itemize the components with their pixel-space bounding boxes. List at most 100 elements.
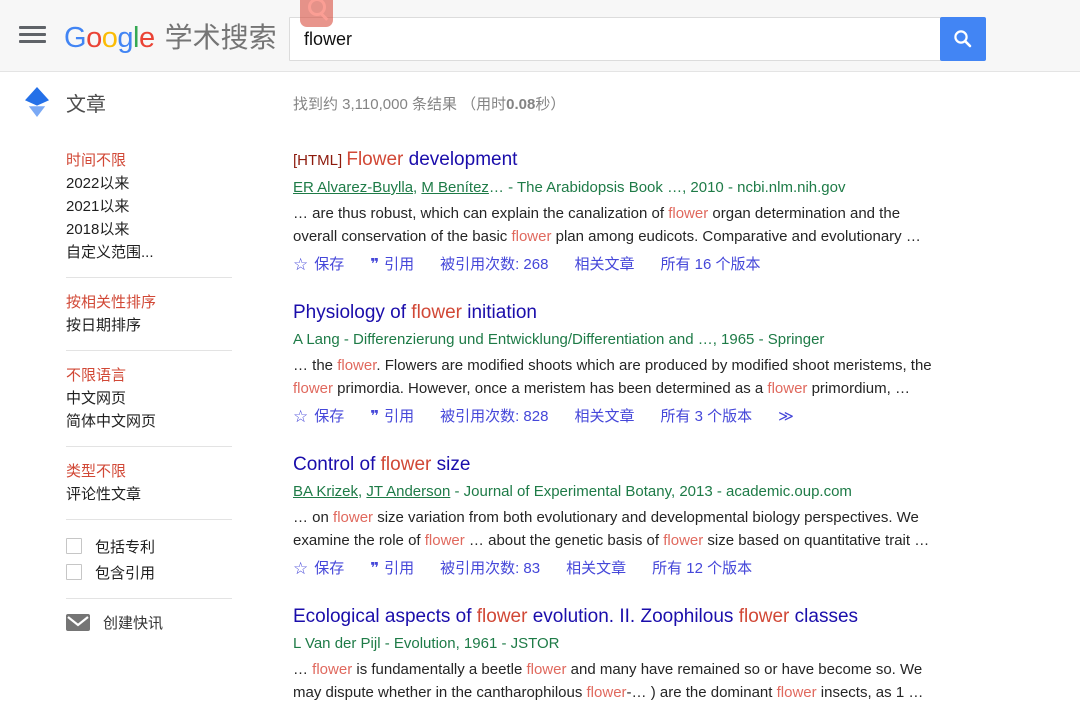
result-title[interactable]: Physiology of flower initiation	[293, 300, 961, 325]
cite-label: 引用	[384, 558, 414, 580]
sidebar-checkboxes: 包括专利 包含引用	[66, 533, 256, 585]
more-chevrons-icon[interactable]: ≫	[778, 406, 794, 428]
save-button[interactable]: ☆ 保存	[293, 406, 344, 428]
related-articles-link[interactable]: 相关文章	[574, 406, 634, 428]
result-actions: ☆ 保存 ❞ 引用 被引用次数: 83 相关文章 所有 12 个版本	[293, 558, 961, 580]
sidebar-filter-section: 类型不限 评论性文章	[66, 460, 256, 520]
tab-articles: 文章	[66, 88, 106, 117]
cite-button[interactable]: ❞ 引用	[370, 558, 414, 580]
envelope-icon	[66, 614, 90, 631]
result-byline: A Lang - Differenzierung und Entwicklung…	[293, 330, 961, 349]
result-actions: ☆ 保存 ❞ 引用 被引用次数: 268 相关文章 所有 16 个版本	[293, 254, 961, 276]
sidebar-filter-item[interactable]: 2021以来	[66, 195, 256, 218]
result-snippet: … flower is fundamentally a beetle flowe…	[293, 658, 943, 704]
cite-button[interactable]: ❞ 引用	[370, 254, 414, 276]
save-label: 保存	[314, 254, 344, 276]
search-result: Control of flower size BA Krizek, JT And…	[293, 452, 961, 580]
star-icon: ☆	[293, 254, 308, 276]
result-snippet: … are thus robust, which can explain the…	[293, 202, 943, 248]
checkbox[interactable]	[66, 564, 82, 580]
checkbox-label: 包含引用	[95, 562, 155, 583]
articles-header: 文章 找到约 3,110,000 条结果 （用时0.08秒）	[0, 72, 1080, 126]
quote-icon: ❞	[370, 558, 378, 580]
checkbox-row[interactable]: 包括专利	[66, 533, 256, 559]
result-title[interactable]: Control of flower size	[293, 452, 961, 477]
cited-by-link[interactable]: 被引用次数: 268	[440, 254, 548, 276]
scholar-diamond-icon	[25, 87, 49, 117]
result-byline: BA Krizek, JT Anderson - Journal of Expe…	[293, 482, 961, 501]
hamburger-menu-icon[interactable]	[19, 26, 46, 44]
create-alert-label: 创建快讯	[103, 612, 163, 633]
star-icon: ☆	[293, 406, 308, 428]
cite-label: 引用	[384, 254, 414, 276]
versions-link[interactable]: 所有 3 个版本	[660, 406, 752, 428]
sidebar-filter-section: 时间不限 2022以来2021以来2018以来自定义范围...	[66, 149, 256, 278]
author-link[interactable]: BA Krizek	[293, 483, 358, 500]
result-title[interactable]: Ecological aspects of flower evolution. …	[293, 604, 961, 629]
results-list: [HTML] Flower development ER Alvarez-Buy…	[293, 147, 961, 728]
author-link[interactable]: JT Anderson	[366, 483, 450, 500]
checkbox[interactable]	[66, 538, 82, 554]
divider	[66, 519, 232, 520]
checkbox-row[interactable]: 包含引用	[66, 559, 256, 585]
sidebar-filter-heading[interactable]: 按相关性排序	[66, 291, 256, 314]
search-result: Physiology of flower initiation A Lang -…	[293, 300, 961, 428]
sidebar-filter-item[interactable]: 按日期排序	[66, 314, 256, 337]
quote-icon: ❞	[370, 254, 378, 276]
sidebar-filter-item[interactable]: 评论性文章	[66, 483, 256, 506]
cited-by-link[interactable]: 被引用次数: 83	[440, 558, 540, 580]
divider	[66, 446, 232, 447]
related-articles-link[interactable]: 相关文章	[566, 558, 626, 580]
sidebar-filter-section: 不限语言 中文网页简体中文网页	[66, 364, 256, 447]
save-label: 保存	[314, 406, 344, 428]
author-link[interactable]: ER Alvarez-Buylla	[293, 179, 413, 196]
search-button[interactable]	[940, 17, 986, 61]
checkbox-label: 包括专利	[95, 536, 155, 557]
save-label: 保存	[314, 558, 344, 580]
search-result: [HTML] Flower development ER Alvarez-Buy…	[293, 147, 961, 276]
magnifier-icon	[952, 28, 974, 50]
top-bar: Google 学术搜索	[0, 0, 1080, 72]
sidebar-filter-item[interactable]: 自定义范围...	[66, 241, 256, 264]
result-title[interactable]: [HTML] Flower development	[293, 147, 961, 173]
versions-link[interactable]: 所有 16 个版本	[660, 254, 760, 276]
search-overlay-icon	[300, 0, 333, 27]
cite-button[interactable]: ❞ 引用	[370, 406, 414, 428]
versions-link[interactable]: 所有 12 个版本	[652, 558, 752, 580]
quote-icon: ❞	[370, 406, 378, 428]
product-name: 学术搜索	[165, 22, 277, 53]
sidebar-filter-sections: 时间不限 2022以来2021以来2018以来自定义范围... 按相关性排序 按…	[66, 149, 256, 520]
divider	[66, 277, 232, 278]
result-byline: L Van der Pijl - Evolution, 1961 - JSTOR	[293, 634, 961, 653]
save-button[interactable]: ☆ 保存	[293, 558, 344, 580]
save-button[interactable]: ☆ 保存	[293, 254, 344, 276]
google-logo: Google	[64, 22, 155, 54]
divider	[66, 350, 232, 351]
sidebar-filter-item[interactable]: 简体中文网页	[66, 410, 256, 433]
result-byline: ER Alvarez-Buylla, M Benítez… - The Arab…	[293, 178, 961, 197]
search-input[interactable]	[289, 17, 941, 61]
sidebar-filter-item[interactable]: 中文网页	[66, 387, 256, 410]
author-link[interactable]: M Benítez	[421, 179, 489, 196]
search-time: 0.08	[506, 96, 535, 113]
sidebar-filter-item[interactable]: 2022以来	[66, 172, 256, 195]
sidebar: 时间不限 2022以来2021以来2018以来自定义范围... 按相关性排序 按…	[66, 149, 256, 633]
divider	[66, 598, 232, 599]
results-stats: 找到约 3,110,000 条结果 （用时0.08秒）	[293, 93, 565, 114]
cite-label: 引用	[384, 406, 414, 428]
star-icon: ☆	[293, 558, 308, 580]
sidebar-filter-heading[interactable]: 不限语言	[66, 364, 256, 387]
results-count: 找到约 3,110,000 条结果	[293, 96, 461, 113]
related-articles-link[interactable]: 相关文章	[574, 254, 634, 276]
sidebar-filter-item[interactable]: 2018以来	[66, 218, 256, 241]
create-alert-button[interactable]: 创建快讯	[66, 612, 256, 633]
cited-by-link[interactable]: 被引用次数: 828	[440, 406, 548, 428]
sidebar-filter-heading[interactable]: 类型不限	[66, 460, 256, 483]
google-scholar-logo[interactable]: Google 学术搜索	[64, 16, 277, 56]
sidebar-filter-heading[interactable]: 时间不限	[66, 149, 256, 172]
result-snippet: … on flower size variation from both evo…	[293, 506, 943, 552]
filter-items: 中文网页简体中文网页	[66, 387, 256, 433]
filter-items: 评论性文章	[66, 483, 256, 506]
filter-items: 按日期排序	[66, 314, 256, 337]
result-actions: ☆ 保存 ❞ 引用 被引用次数: 828 相关文章 所有 3 个版本 ≫	[293, 406, 961, 428]
